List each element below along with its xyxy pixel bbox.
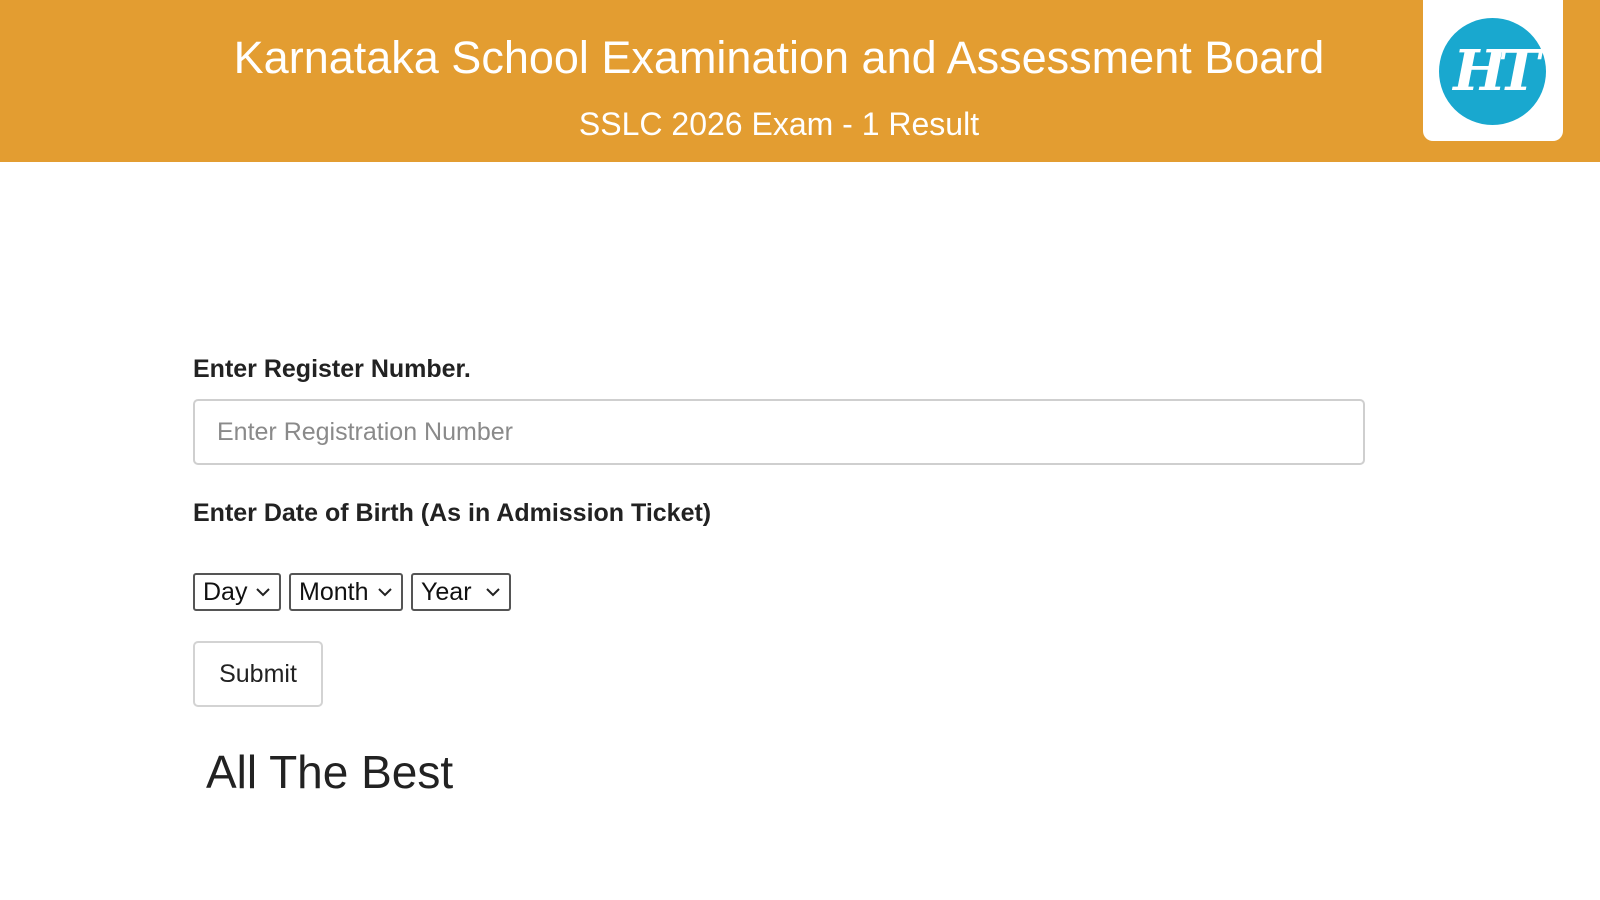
year-select-value: Year (421, 578, 472, 606)
all-the-best-message: All The Best (206, 746, 454, 798)
day-select[interactable]: Day (193, 573, 281, 611)
day-select-value: Day (203, 578, 248, 606)
result-subtitle: SSLC 2026 Exam - 1 Result (578, 106, 980, 142)
chevron-down-icon (256, 588, 270, 597)
year-select[interactable]: Year (411, 573, 511, 611)
logo-container: HT (1423, 0, 1563, 141)
date-of-birth-label: Enter Date of Birth (As in Admission Tic… (193, 499, 712, 527)
chevron-down-icon (378, 588, 392, 597)
ht-logo-icon: HT (1439, 18, 1546, 125)
month-select-value: Month (299, 578, 369, 606)
registration-number-input[interactable] (193, 399, 1365, 465)
chevron-down-icon (486, 588, 500, 597)
page-header: Karnataka School Examination and Assessm… (0, 0, 1600, 162)
month-select[interactable]: Month (289, 573, 403, 611)
register-number-label: Enter Register Number. (193, 355, 471, 383)
submit-button[interactable]: Submit (193, 641, 323, 707)
board-title: Karnataka School Examination and Assessm… (233, 32, 1325, 83)
